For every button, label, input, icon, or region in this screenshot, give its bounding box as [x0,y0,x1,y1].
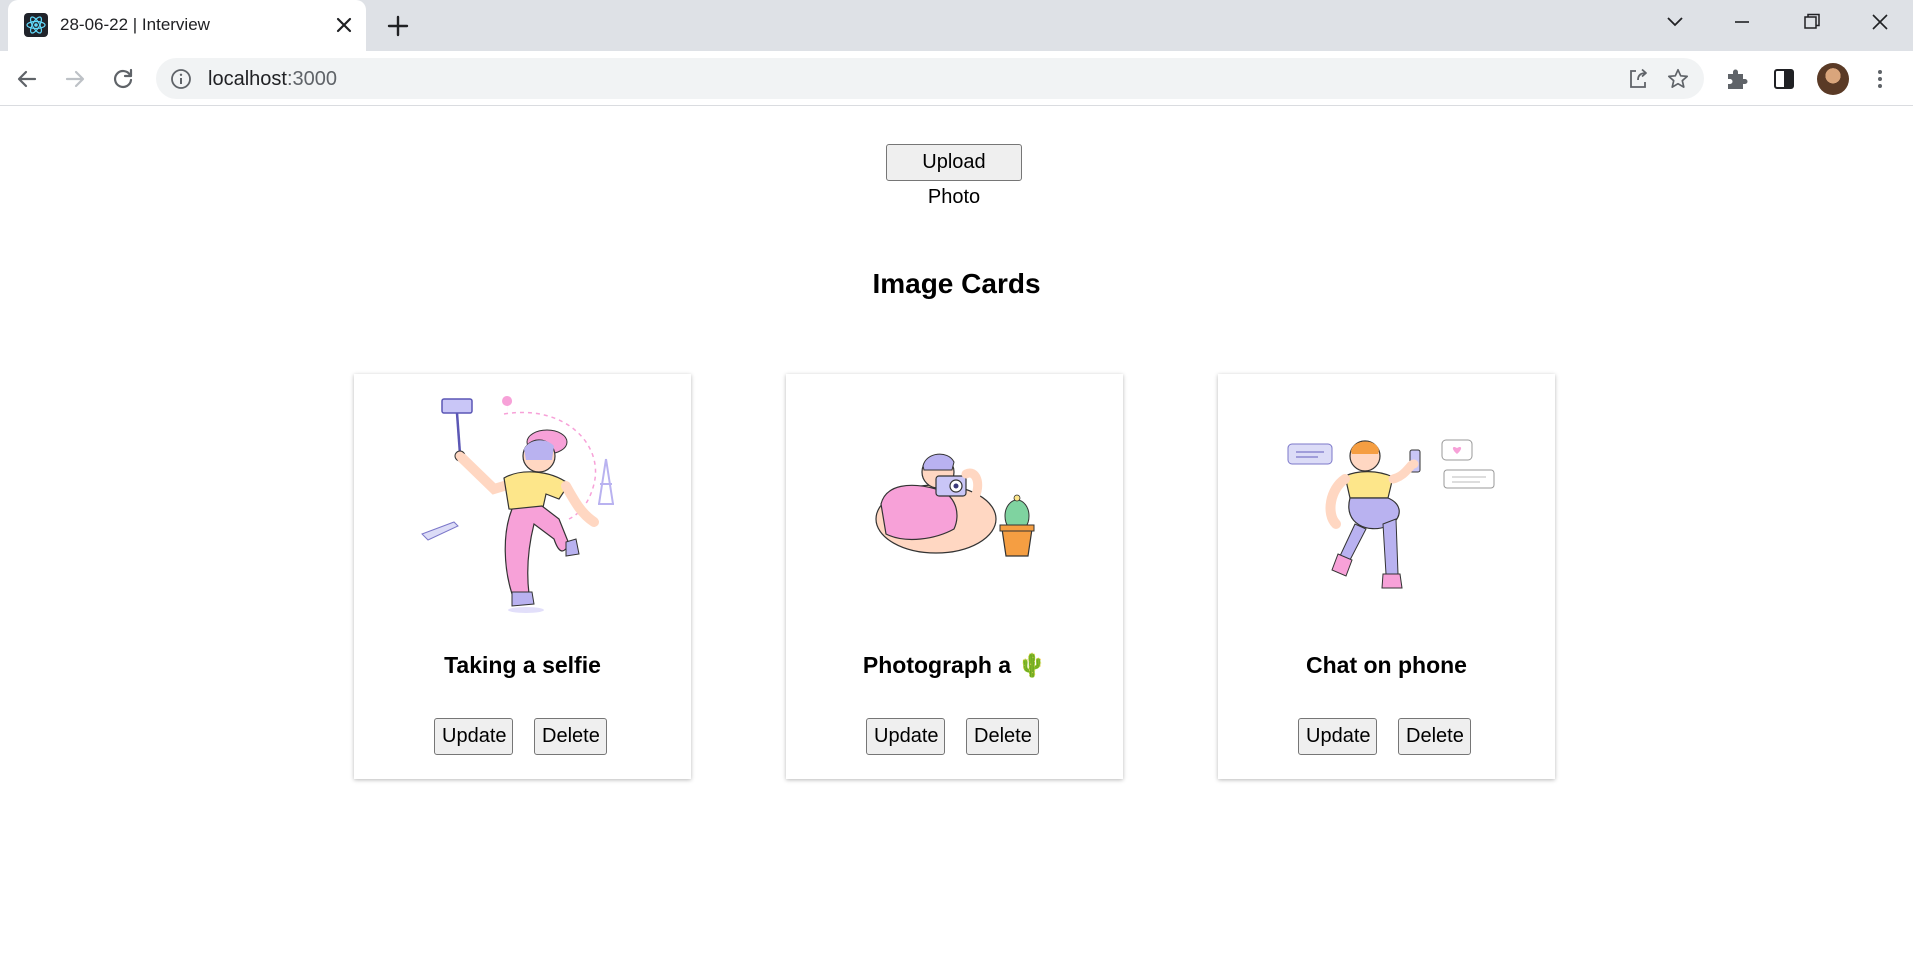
upload-photo-button[interactable]: Upload Photo [886,144,1022,208]
delete-button[interactable]: Delete [534,718,607,755]
page-content: Upload Photo Image Cards Taking a selfie… [0,106,1913,975]
card-title: Photograph a 🌵 [862,652,1047,678]
url-port: :3000 [286,68,337,90]
puzzle-icon[interactable] [1724,66,1750,92]
delete-button[interactable]: Delete [1398,718,1471,755]
browser-tabstrip: 28-06-22 | Interview [0,0,1913,51]
tab-title: 28-06-22 | Interview [60,15,210,34]
browser-toolbar: localhost:3000 [0,51,1913,106]
close-icon[interactable] [332,13,356,37]
card-title: Taking a selfie [444,652,601,678]
address-bar[interactable]: localhost:3000 [156,58,1704,99]
arrow-right-icon[interactable] [61,65,89,93]
share-icon[interactable] [1626,67,1650,91]
delete-button[interactable]: Delete [966,718,1039,755]
photograph-cactus-illustration [786,394,1123,614]
update-button[interactable]: Update [1298,718,1377,755]
card-title: Chat on phone [1306,652,1467,678]
kebab-menu-icon[interactable] [1867,66,1893,92]
url-text[interactable]: localhost:3000 [208,68,337,91]
reload-icon[interactable] [109,65,137,93]
close-icon[interactable] [1865,10,1895,34]
update-button[interactable]: Update [434,718,513,755]
update-button[interactable]: Update [866,718,945,755]
chat-phone-illustration [1218,394,1555,614]
arrow-left-icon[interactable] [13,65,41,93]
page-title: Image Cards [872,268,1041,299]
browser-tab[interactable]: 28-06-22 | Interview [8,0,366,51]
minimize-icon[interactable] [1727,10,1757,34]
info-icon[interactable] [170,68,192,90]
side-panel-icon[interactable] [1771,66,1797,92]
image-card: Taking a selfie Update Delete [354,374,691,779]
selfie-illustration [354,394,691,614]
avatar[interactable] [1817,63,1849,95]
image-card: Photograph a 🌵 Update Delete [786,374,1123,779]
url-host: localhost [208,68,287,90]
react-logo-icon [24,13,48,37]
plus-icon[interactable] [384,12,412,40]
chevron-down-icon[interactable] [1660,10,1690,34]
restore-icon[interactable] [1796,10,1826,34]
star-icon[interactable] [1666,67,1690,91]
image-card: Chat on phone Update Delete [1218,374,1555,779]
